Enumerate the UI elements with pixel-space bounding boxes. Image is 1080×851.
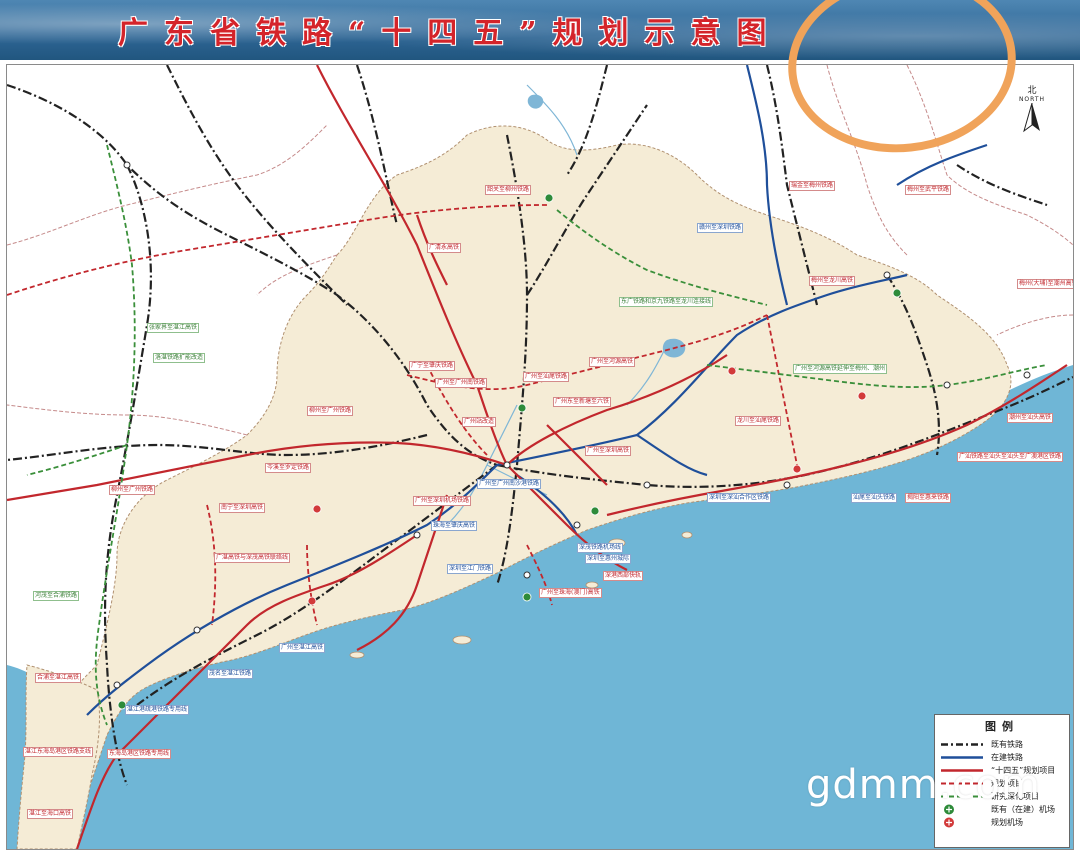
route-label: 深圳至惠州城际 [585, 554, 632, 564]
island [452, 635, 472, 645]
north-arrow-icon [1023, 102, 1040, 133]
legend-item-airport-planned: 规划机场 [935, 816, 1069, 829]
route-label: 龙川至汕尾铁路 [735, 416, 782, 426]
route-label: 岑溪至罗定铁路 [265, 463, 312, 473]
island [681, 531, 693, 539]
map-title: 广东省铁路“十四五”规划示意图 [118, 16, 783, 51]
route-label: 深茂铁路机场线 [577, 543, 624, 553]
route-label: 潮州至汕头高铁 [1007, 413, 1054, 423]
route-label: 广州至珠海(澳门)高铁 [539, 588, 602, 598]
map-canvas [7, 65, 1073, 849]
route-label: 湛江港疏港铁路专用线 [125, 705, 190, 715]
route-label: 河茂至合浦铁路 [33, 591, 80, 601]
route-label: 广州至深圳机场铁路 [413, 496, 472, 506]
legend-existing-swatch [941, 743, 983, 746]
route-label: 赣州至深圳铁路 [697, 223, 744, 233]
airport-planned-icon [944, 817, 954, 828]
route-label: 广宁至肇庆铁路 [409, 361, 456, 371]
route-label: 深圳至江门铁路 [447, 564, 494, 574]
route-label: 广州至汕尾铁路 [523, 372, 570, 382]
route-label: 梅州(大埔)至潮州高铁 [1017, 279, 1073, 289]
route-label: 梅州至武平铁路 [905, 185, 952, 195]
route-label: 柳州至广州铁路 [109, 485, 156, 495]
route-label: 广清永高铁 [427, 243, 462, 253]
route-label: 广州至河源高铁延伸至梅州、潮州 [793, 364, 888, 374]
north-arrow: 北 NORTH [1017, 83, 1047, 136]
route-label: 广州东至新塘至六铁 [553, 397, 612, 407]
legend-label: 既有铁路 [991, 740, 1023, 749]
route-label: 韶关至柳州铁路 [485, 185, 532, 195]
route-label: 广州至河源高铁 [589, 357, 636, 367]
route-label: 珠海至肇庆高铁 [431, 521, 478, 531]
railway-map: 韶关至柳州铁路 广清永高铁 赣州至深圳铁路 瑞金至梅州铁路 梅州至武平铁路 梅州… [6, 64, 1074, 850]
route-label: 洛湛铁路扩能改造 [153, 353, 206, 363]
legend-label: 规划机场 [991, 818, 1023, 827]
watermark: gdmm.com [806, 762, 1041, 808]
route-label: 广州站改造 [462, 417, 497, 427]
route-label: 湛江东海岛港区铁路支线 [23, 747, 94, 757]
island [349, 651, 365, 659]
route-label: 瑞金至梅州铁路 [789, 181, 836, 191]
route-label: 梅州至龙川高铁 [809, 276, 856, 286]
route-label: 南宁至深圳高铁 [219, 503, 266, 513]
route-label: 揭阳至惠来铁路 [905, 493, 952, 503]
north-label: 北 [1027, 86, 1037, 96]
route-label: 柳州至广州铁路 [307, 406, 354, 416]
route-label: 深港西部快轨 [603, 571, 644, 581]
route-label: 合浦至湛江高铁 [35, 673, 82, 683]
north-text: NORTH [1018, 96, 1046, 103]
route-label: 东广铁路和京九铁路至龙川连接线 [619, 297, 714, 307]
route-label: 深圳至深汕合作区铁路 [707, 493, 772, 503]
route-label: 广州至广州南沙港铁路 [477, 479, 542, 489]
route-label: 广汕铁路至汕头至汕头至广澳港区铁路 [957, 452, 1064, 462]
route-label: 茂名至湛江铁路 [207, 669, 254, 679]
route-label: 广州至湛江高铁 [279, 643, 326, 653]
legend-title: 图例 [985, 720, 1019, 733]
route-label: 广湛高铁与深茂高铁联络线 [214, 553, 291, 563]
route-label: 广州至深圳高铁 [585, 446, 632, 456]
route-label: 湛江至海口高铁 [27, 809, 74, 819]
route-label: 汕尾至汕头铁路 [851, 493, 898, 503]
legend-item-existing: 既有铁路 [935, 738, 1069, 751]
route-label: 东海岛港区铁路专用线 [107, 749, 172, 759]
route-label: 广州至广州南铁路 [435, 378, 488, 388]
route-label: 张家界至湛江高铁 [147, 323, 200, 333]
